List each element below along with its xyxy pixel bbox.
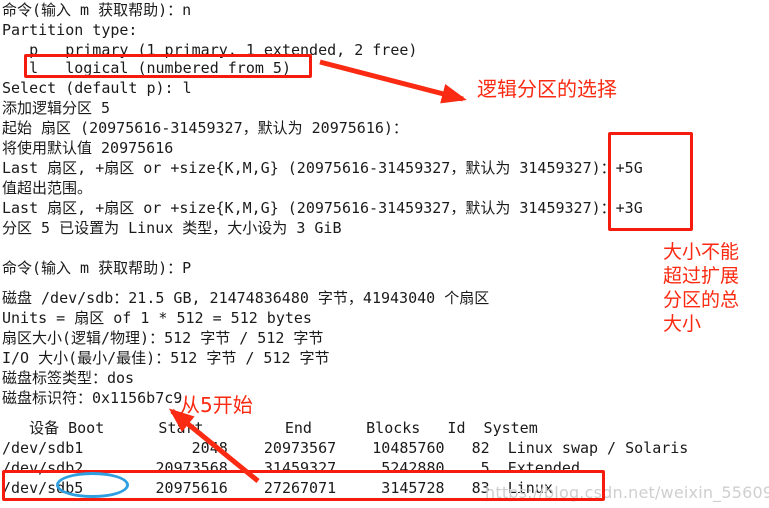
terminal-line: 将使用默认值 20975616 — [2, 139, 174, 157]
terminal-line: Select (default p): l — [2, 79, 192, 97]
terminal-line: 磁盘标识符：0x1156b7c9 — [2, 389, 183, 407]
screenshot-root: 命令(输入 m 获取帮助)：n Partition type: p primar… — [0, 0, 769, 508]
terminal-line-print-command: 命令(输入 m 获取帮助)：P — [2, 259, 192, 277]
terminal-line: p primary (1 primary, 1 extended, 2 free… — [2, 41, 418, 59]
table-row-sdb5: /dev/sdb5 20975616 27267071 3145728 83 L… — [2, 479, 553, 497]
annotation-size-limit-line3: 分区的总 — [663, 289, 740, 311]
csdn-watermark: https://blog.csdn.net/weixin_55609944 — [485, 483, 769, 502]
terminal-line: 磁盘标签类型：dos — [2, 369, 135, 387]
terminal-line: 分区 5 已设置为 Linux 类型，大小设为 3 GiB — [2, 219, 342, 237]
terminal-line-out-of-range: 值超出范围。 — [2, 179, 93, 197]
arrow-to-logical-choice-note — [319, 59, 467, 104]
terminal-line: Partition type: — [2, 21, 138, 39]
table-row: /dev/sdb1 2048 20973567 10485760 82 Linu… — [2, 439, 689, 457]
terminal-line-disk-info: 磁盘 /dev/sdb：21.5 GB, 21474836480 字节，4194… — [2, 289, 490, 307]
annotation-logical-choice: 逻辑分区的选择 — [477, 77, 617, 101]
terminal-line-logical: l logical (numbered from 5) — [2, 59, 291, 77]
terminal-line: 添加逻辑分区 5 — [2, 99, 111, 117]
terminal-line: I/O 大小(最小/最佳)：512 字节 / 512 字节 — [2, 349, 330, 367]
terminal-line: 命令(输入 m 获取帮助)：n — [2, 1, 192, 19]
partition-table-header: 设备 Boot Start End Blocks Id System — [2, 419, 538, 437]
terminal-line: 起始 扇区 (20975616-31459327，默认为 20975616)： — [2, 119, 408, 137]
terminal-line: 扇区大小(逻辑/物理)：512 字节 / 512 字节 — [2, 329, 324, 347]
annotation-start-from-5: 从5开始 — [180, 393, 253, 417]
annotation-size-limit-line4: 大小 — [663, 313, 702, 335]
terminal-line-last-sector-5g: Last 扇区, +扇区 or +size{K,M,G} (20975616-3… — [2, 159, 643, 177]
annotation-size-limit-line1: 大小不能 — [663, 241, 740, 263]
terminal-line-last-sector-3g: Last 扇区, +扇区 or +size{K,M,G} (20975616-3… — [2, 199, 643, 217]
annotation-size-limit-line2: 超过扩展 — [663, 265, 740, 287]
terminal-line: Units = 扇区 of 1 * 512 = 512 bytes — [2, 309, 312, 327]
table-row: /dev/sdb2 20973568 31459327 5242880 5 Ex… — [2, 459, 580, 477]
